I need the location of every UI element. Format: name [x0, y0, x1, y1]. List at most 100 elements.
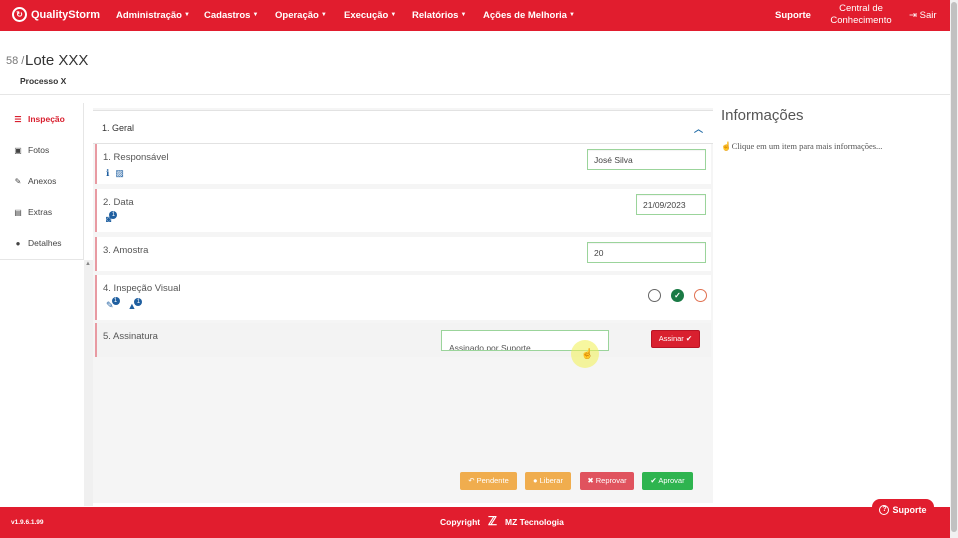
mz-logo-icon: ℤ [488, 514, 497, 528]
nav-administracao[interactable]: Administração ▼ [116, 10, 190, 21]
scrollbar-thumb[interactable] [951, 2, 957, 532]
sidebar-item-inspecao[interactable]: ☰ Inspeção [13, 114, 65, 124]
caret-down-icon: ▼ [460, 12, 467, 19]
question-icon: ? [879, 504, 890, 515]
release-label: Liberar [539, 476, 563, 485]
option-ok-check-icon[interactable]: ✓ [671, 289, 684, 302]
badge-count: 1 [111, 297, 120, 305]
caret-down-icon: ▼ [184, 12, 190, 19]
data-field[interactable]: 21/09/2023 [636, 194, 706, 215]
info-icon[interactable]: ℹ [106, 168, 109, 179]
sidebar-item-label: Inspeção [28, 114, 65, 124]
info-panel-hint: ☝Clique em um item para mais informações… [721, 141, 882, 152]
reject-button[interactable]: ✖ Reprovar [580, 472, 634, 490]
logout-link[interactable]: ⇥ Sair [909, 10, 937, 21]
image-icon[interactable]: ▨ [115, 168, 124, 179]
inspection-item-data[interactable]: 2. Data ◙ 1 21/09/2023 [95, 189, 711, 232]
nav-label: Relatórios [412, 10, 459, 21]
footer: v1.9.6.1.99 Copyright ℤ MZ Tecnologia [0, 507, 950, 538]
scroll-up-icon[interactable]: ▲ [85, 261, 91, 267]
info-icon: ● [15, 238, 21, 248]
support-chat-label: Suporte [892, 504, 927, 515]
action-badge-icon[interactable]: ▲ 1 [128, 297, 143, 311]
item-label: 4. Inspeção Visual [103, 283, 181, 294]
hand-cursor-icon: ☝ [581, 349, 594, 360]
central-line2: Conhecimento [830, 15, 892, 26]
option-not-applicable[interactable] [648, 289, 661, 302]
sidebar-item-extras[interactable]: ▤ Extras [13, 207, 52, 217]
chevron-up-icon[interactable]: ︿ [694, 122, 703, 135]
comment-badge-icon[interactable]: ✎ 1 [106, 297, 120, 311]
group-header[interactable]: 1. Geral ︿ [93, 110, 713, 144]
approve-button[interactable]: ✔ Aprovar [642, 472, 693, 490]
sidebar-item-anexos[interactable]: ✎ Anexos [13, 176, 57, 186]
left-sidebar: ☰ Inspeção ▣ Fotos ✎ Anexos ▤ Extras ● Detalh… [0, 103, 84, 260]
caret-down-icon: ▼ [320, 12, 327, 19]
inner-scrollbar[interactable]: ▲ [84, 260, 93, 506]
nav-central-conhecimento[interactable]: Central de Conhecimento [830, 3, 892, 27]
item-icons: ℹ ▨ [106, 168, 124, 179]
caret-down-icon: ▼ [390, 12, 397, 19]
sign-button[interactable]: Assinar ✔ [651, 330, 700, 348]
logout-label: Sair [919, 10, 937, 21]
central-line1: Central de [839, 3, 883, 14]
inspection-item-amostra[interactable]: 3. Amostra 20 [95, 237, 711, 271]
storm-logo-icon: ↻ [12, 7, 27, 22]
nav-label: Cadastros [204, 10, 251, 21]
inspection-item-assinatura[interactable]: 5. Assinatura Assinado por Suporte ◆ Ass… [95, 323, 711, 357]
signature-text: Assinado por Suporte [449, 343, 531, 351]
logo-text: QualityStorm [31, 8, 101, 21]
app-logo[interactable]: ↻ QualityStorm [12, 7, 100, 22]
release-button[interactable]: ● Liberar [525, 472, 571, 490]
sign-out-icon: ⇥ [909, 10, 917, 21]
caret-down-icon: ▼ [568, 12, 575, 19]
nav-label: Execução [344, 10, 389, 21]
sidebar-item-detalhes[interactable]: ● Detalhes [13, 238, 62, 248]
nav-suporte[interactable]: Suporte [775, 10, 811, 21]
list-icon: ☰ [14, 114, 22, 124]
caret-down-icon: ▼ [252, 12, 259, 19]
camera-badge-icon[interactable]: ◙ 1 [106, 211, 118, 224]
nav-operacao[interactable]: Operação ▼ [275, 10, 327, 21]
sidebar-item-label: Detalhes [28, 238, 62, 248]
paperclip-icon: ✎ [14, 176, 22, 186]
header-divider [0, 94, 950, 95]
reject-label: Reprovar [595, 476, 627, 485]
inspection-panel: 1. Geral ︿ 1. Responsável ℹ ▨ José Silva… [93, 108, 713, 503]
copyright-label: Copyright [440, 517, 481, 527]
support-chat-button[interactable]: ? Suporte [872, 499, 934, 520]
user-icon: ● [533, 476, 538, 485]
nav-execucao[interactable]: Execução ▼ [344, 10, 396, 21]
times-icon: ✖ [587, 476, 594, 485]
page-title: Lote XXX [25, 52, 89, 69]
item-icons: ◙ 1 [106, 211, 118, 224]
nav-relatorios[interactable]: Relatórios ▼ [412, 10, 466, 21]
sidebar-item-label: Extras [28, 207, 53, 217]
check-icon: ✔ [685, 334, 693, 343]
inspection-item-inspecao-visual[interactable]: 4. Inspeção Visual ✎ 1 ▲ 1 ✓ [95, 275, 711, 320]
pointer-icon: ☝ [721, 141, 732, 151]
option-not-ok[interactable] [694, 289, 707, 302]
sidebar-item-label: Anexos [28, 176, 57, 186]
amostra-field[interactable]: 20 [587, 242, 706, 263]
check-icon: ✔ [650, 476, 657, 485]
group-title: 1. Geral [102, 123, 135, 133]
page-scrollbar[interactable] [950, 0, 958, 538]
hint-text: Clique em um item para mais informações.… [731, 141, 883, 151]
approve-label: Aprovar [658, 476, 685, 485]
process-name: Processo X [20, 76, 67, 86]
badge-count: 1 [109, 211, 118, 219]
item-icons: ✎ 1 ▲ 1 [106, 297, 143, 311]
batch-number: 58 / [6, 55, 25, 67]
sidebar-item-fotos[interactable]: ▣ Fotos [13, 145, 49, 155]
pending-button[interactable]: ↶ Pendente [460, 472, 517, 490]
inspection-item-responsavel[interactable]: 1. Responsável ℹ ▨ José Silva [95, 144, 711, 184]
nav-label: Administração [116, 10, 182, 21]
sign-button-label: Assinar [658, 334, 684, 343]
item-label: 5. Assinatura [103, 331, 158, 342]
responsavel-field[interactable]: José Silva [587, 149, 706, 170]
nav-cadastros[interactable]: Cadastros ▼ [204, 10, 258, 21]
nav-acoes-melhoria[interactable]: Ações de Melhoria ▼ [483, 10, 575, 21]
pending-label: Pendente [476, 476, 509, 485]
top-navbar: ↻ QualityStorm Administração ▼ Cadastros ▼… [0, 0, 950, 31]
